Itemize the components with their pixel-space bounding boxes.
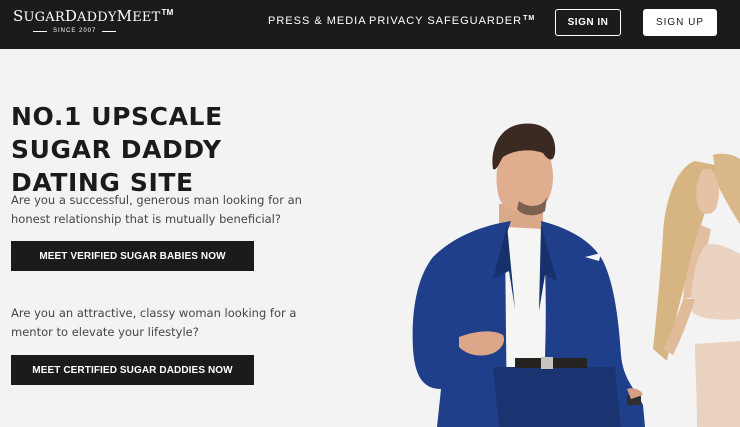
sign-in-button[interactable]: SIGN IN [555,9,621,36]
nav-privacy-label: PRIVACY SAFEGUARDER [369,15,523,27]
nav-press-media[interactable]: PRESS & MEDIA [268,15,367,27]
hero-title: NO.1 UPSCALE SUGAR DADDY DATING SITE [11,102,223,197]
site-logo[interactable]: SUGARDADDYMEETTM SINCE 2007 [13,7,174,34]
logo-wordmark: SUGARDADDYMEETTM [13,7,174,25]
logo-tagline: SINCE 2007 [13,28,153,34]
nav-privacy-safeguarder[interactable]: PRIVACY SAFEGUARDERTM [369,15,535,27]
sign-up-button[interactable]: SIGN UP [643,9,717,36]
tagline-rule-right [102,30,117,32]
tagline-rule-left [33,30,47,32]
logo-trademark: TM [161,8,174,17]
meet-sugar-babies-button[interactable]: MEET VERIFIED SUGAR BABIES NOW [11,241,254,271]
site-header: SUGARDADDYMEETTM SINCE 2007 PRESS & MEDI… [0,0,740,49]
nav-privacy-trademark: TM [523,15,536,22]
logo-since-text: SINCE 2007 [53,28,97,34]
meet-sugar-daddies-button[interactable]: MEET CERTIFIED SUGAR DADDIES NOW [11,355,254,385]
hero-text-women: Are you an attractive, classy woman look… [11,306,297,339]
woman-figure [653,153,740,427]
man-figure [412,123,645,427]
hero-text-men: Are you a successful, generous man looki… [11,193,302,226]
couple-photo [412,123,740,427]
